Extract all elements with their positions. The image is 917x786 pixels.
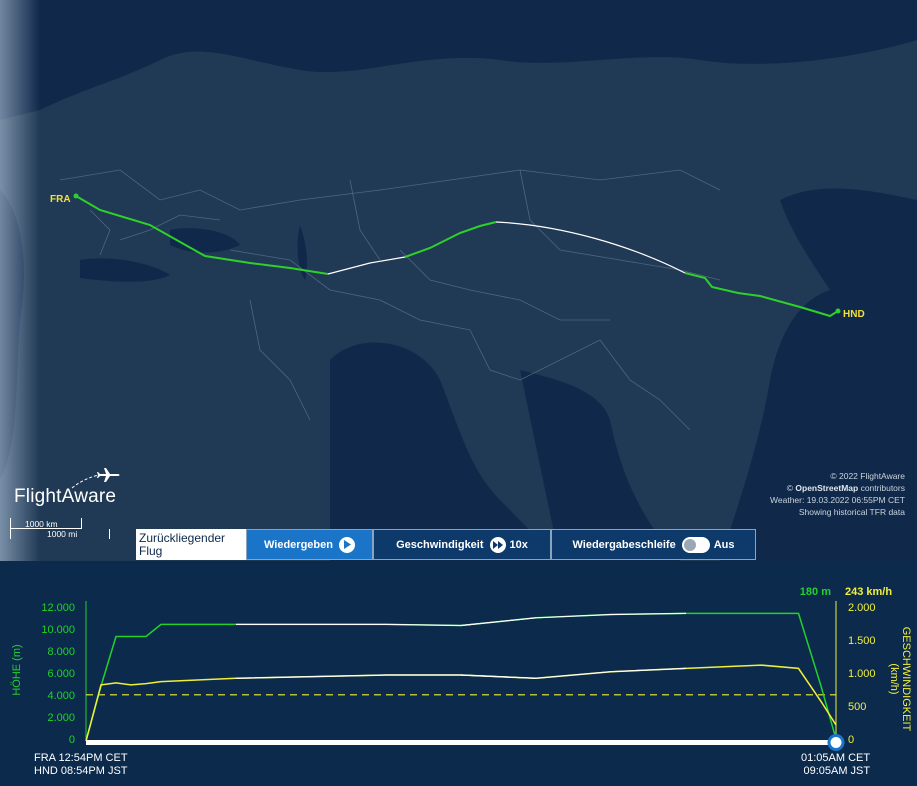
playback-controls: Zurückliegender Flug Wiedergeben Geschwi…	[136, 529, 756, 561]
speed-tick-label: 1.500	[848, 635, 876, 647]
play-button[interactable]: Wiedergeben	[246, 529, 373, 560]
play-icon	[338, 536, 355, 553]
start-time: FRA 12:54PM CET HND 08:54PM JST	[34, 752, 128, 777]
graph-canvas	[85, 601, 845, 751]
origin-marker[interactable]	[73, 193, 79, 199]
destination-marker[interactable]	[835, 308, 841, 314]
destination-label: HND	[843, 309, 865, 320]
toggle-switch[interactable]	[681, 536, 710, 553]
altitude-estimated-segment	[460, 612, 687, 627]
timeline-bar	[86, 740, 836, 745]
copyright-text: © 2022 FlightAware	[830, 471, 905, 481]
speed-axis-title: GESCHWINDIGKEIT (km/h)	[888, 626, 912, 732]
flightaware-logo[interactable]: FlightAware	[14, 486, 116, 508]
speed-tick-label: 1.000	[848, 668, 876, 680]
altitude-tick-label: 6.000	[47, 668, 75, 680]
speed-estimated-segment	[460, 667, 687, 679]
scale-mi: 1000 mi	[47, 529, 78, 539]
flight-map[interactable]: FRA HND FlightAware © 2022 FlightAware ©…	[0, 0, 917, 561]
timeline-scrubber[interactable]	[827, 734, 845, 751]
speed-tick-label: 2.000	[848, 602, 876, 614]
osm-credit[interactable]: © OpenStreetMap contributors	[770, 482, 905, 494]
altitude-tick-label: 0	[68, 734, 75, 746]
end-time: 01:05AM CET 09:05AM JST	[801, 752, 871, 777]
current-altitude: 180 m	[799, 586, 831, 598]
altitude-tick-label: 12.000	[41, 602, 75, 614]
weather-text: Weather: 19.03.2022 06:55PM CET	[770, 495, 905, 505]
altitude-tick-label: 10.000	[41, 624, 75, 636]
speed-value: 10x	[509, 538, 528, 551]
altitude-tick-label: 8.000	[47, 646, 75, 658]
current-speed: 243 km/h	[845, 586, 893, 598]
altitude-tick-label: 4.000	[47, 690, 75, 702]
past-flight-label: Zurückliegender Flug	[136, 529, 246, 560]
altitude-line	[85, 612, 837, 742]
altitude-axis-title: HÖHE (m)	[11, 644, 23, 696]
speed-line	[85, 664, 837, 742]
loop-toggle[interactable]: Wiedergabeschleife Aus	[551, 529, 756, 560]
scale-km: 1000 km	[25, 519, 58, 529]
map-scale: 1000 km 1000 mi	[10, 518, 110, 546]
tfr-text: Showing historical TFR data	[798, 507, 905, 517]
map-credits: © 2022 FlightAware © OpenStreetMap contr…	[770, 470, 905, 518]
speed-tick-label: 0	[848, 734, 855, 746]
altitude-speed-graph: 180 m 243 km/h 12.000 10.000 8.000 6.000 4.0…	[0, 561, 917, 786]
speed-tick-label: 500	[848, 701, 867, 713]
altitude-tick-label: 2.000	[47, 712, 75, 724]
loop-state: Aus	[713, 538, 735, 551]
origin-label: FRA	[50, 194, 71, 205]
altitude-estimated-segment	[236, 617, 537, 627]
speed-button[interactable]: Geschwindigkeit 10x	[373, 529, 551, 560]
fast-forward-icon	[489, 536, 506, 553]
